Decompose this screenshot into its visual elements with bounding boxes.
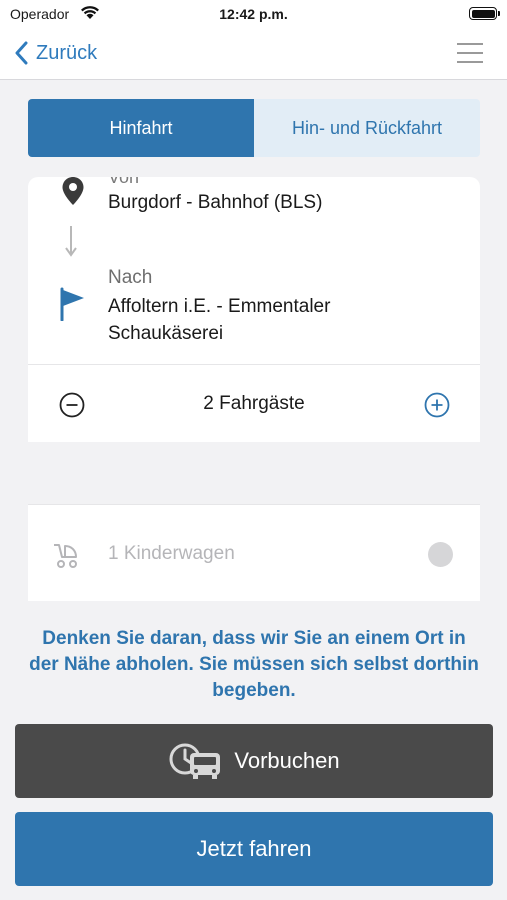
prebook-button[interactable]: Vorbuchen (15, 724, 493, 798)
battery-icon (469, 7, 500, 20)
clock-bus-icon (168, 741, 224, 781)
arrow-down-icon (64, 225, 78, 262)
prebook-label: Vorbuchen (234, 748, 340, 773)
tab-round-trip[interactable]: Hin- und Rückfahrt (254, 99, 480, 157)
passenger-stepper: 2 Fahrgäste (28, 364, 480, 442)
passenger-count: 2 Fahrgäste (203, 393, 305, 414)
stroller-toggle[interactable] (428, 542, 453, 567)
stroller-label: 1 Kinderwagen (108, 543, 235, 564)
chevron-left-icon (14, 38, 36, 68)
from-value[interactable]: Burgdorf - Bahnhof (BLS) (108, 192, 322, 214)
back-label: Zurück (36, 41, 98, 64)
clock: 12:42 p.m. (219, 6, 288, 22)
status-bar: Operador 12:42 p.m. (0, 0, 507, 28)
ride-now-button[interactable]: Jetzt fahren (15, 812, 493, 886)
from-label: Von (108, 177, 140, 187)
location-pin-icon (62, 177, 84, 210)
plus-circle-icon[interactable] (424, 392, 450, 423)
route-card: Von Burgdorf - Bahnhof (BLS) Nach Affolt… (28, 177, 480, 364)
back-button[interactable]: Zurück (14, 38, 97, 68)
to-value[interactable]: Affoltern i.E. - Emmentaler Schaukäserei (108, 293, 448, 347)
stroller-option: 1 Kinderwagen (28, 504, 480, 601)
hamburger-menu-icon[interactable] (457, 41, 485, 65)
stroller-icon (50, 541, 80, 574)
navigation-bar: Zurück (0, 28, 507, 80)
tab-one-way[interactable]: Hinfahrt (28, 99, 254, 157)
trip-type-selector: Hinfahrt Hin- und Rückfahrt (28, 99, 480, 157)
flag-icon (60, 287, 86, 326)
pickup-notice: Denken Sie daran, dass wir Sie an einem … (29, 628, 479, 701)
to-label: Nach (108, 267, 153, 288)
